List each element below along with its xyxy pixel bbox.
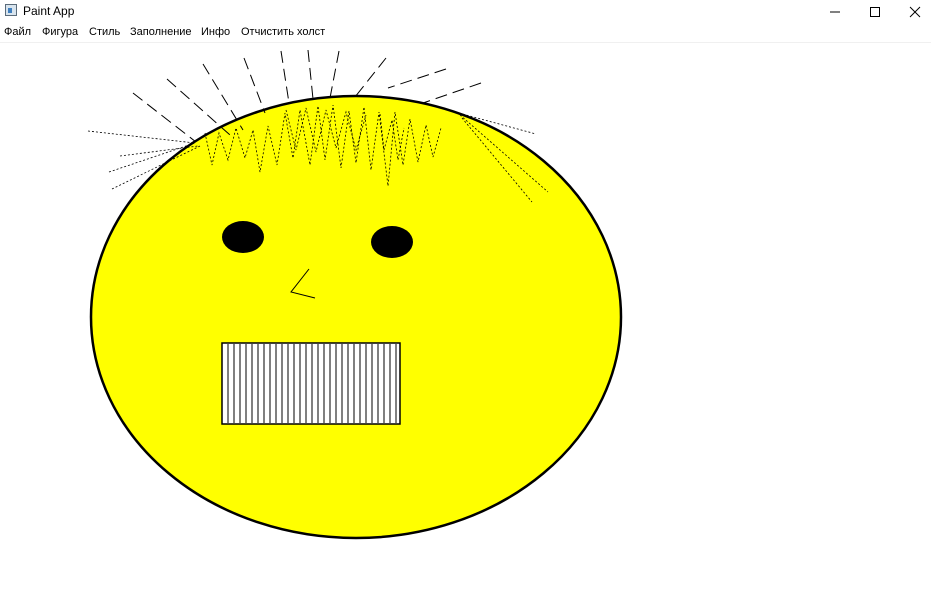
right-eye bbox=[371, 226, 413, 258]
left-eye bbox=[222, 221, 264, 253]
menu-bar: Файл Фигура Стиль Заполнение Инфо Отчист… bbox=[0, 23, 931, 43]
menu-file[interactable]: Файл bbox=[4, 26, 31, 38]
menu-style[interactable]: Стиль bbox=[89, 26, 120, 38]
canvas-drawing bbox=[87, 49, 623, 540]
mouth-hatched-rect bbox=[221, 342, 401, 425]
menu-fill[interactable]: Заполнение bbox=[130, 26, 192, 38]
menu-shape[interactable]: Фигура bbox=[42, 26, 78, 38]
close-button[interactable] bbox=[892, 0, 931, 23]
minimize-icon bbox=[830, 11, 840, 12]
maximize-icon bbox=[870, 6, 880, 17]
title-bar: Paint App bbox=[0, 0, 931, 23]
app-window-icon bbox=[5, 4, 17, 16]
window-title: Paint App bbox=[23, 4, 75, 18]
menu-info[interactable]: Инфо bbox=[201, 26, 230, 38]
close-icon bbox=[909, 6, 921, 17]
drawing-canvas[interactable] bbox=[0, 43, 931, 610]
menu-clear-canvas[interactable]: Отчистить холст bbox=[241, 26, 325, 38]
